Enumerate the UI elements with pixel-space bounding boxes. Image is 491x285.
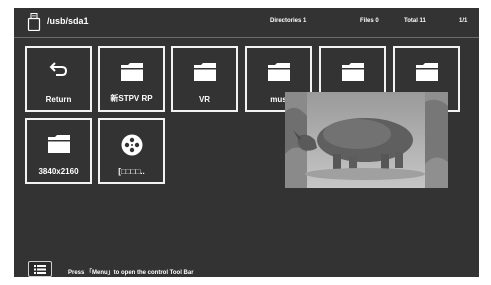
tile-label: [□□□□.. — [118, 167, 145, 176]
folder-icon — [120, 63, 143, 81]
tile-return[interactable]: Return — [25, 46, 92, 112]
tile-folder[interactable]: VR — [171, 46, 238, 112]
return-icon — [49, 62, 67, 76]
tile-label: VR — [198, 95, 211, 104]
film-reel-icon — [121, 134, 142, 156]
folder-icon — [267, 63, 290, 81]
tile-label: 新STPV RP — [110, 94, 153, 103]
file-browser-screen: /usb/sda1 Directories 1 Files 0 Total 11… — [14, 8, 479, 277]
preview-image — [285, 92, 448, 188]
header-divider — [14, 37, 479, 38]
total-count: Total 11 — [404, 18, 426, 24]
page-indicator: 1/1 — [459, 18, 468, 24]
menu-list-icon — [34, 265, 46, 274]
current-path: /usb/sda1 — [47, 16, 89, 26]
tile-folder[interactable]: 3840x2160 — [25, 118, 92, 184]
menu-button[interactable] — [28, 261, 52, 277]
footer-hint: Press 「Menu」to open the control Tool Bar — [68, 270, 194, 276]
folder-icon — [341, 63, 364, 81]
usb-drive-icon — [27, 13, 41, 31]
rhino-photo — [285, 92, 448, 188]
folder-icon — [415, 63, 438, 81]
files-count: Files 0 — [360, 18, 379, 24]
directories-count: Directories 1 — [270, 18, 307, 24]
tile-label: 3840x2160 — [38, 167, 79, 176]
tile-folder[interactable]: 新STPV RP — [98, 46, 165, 112]
folder-icon — [193, 63, 216, 81]
tile-video[interactable]: [□□□□.. — [98, 118, 165, 184]
folder-icon — [47, 135, 70, 153]
tile-label: Return — [45, 95, 72, 104]
header-bar: /usb/sda1 Directories 1 Files 0 Total 11… — [14, 8, 479, 36]
